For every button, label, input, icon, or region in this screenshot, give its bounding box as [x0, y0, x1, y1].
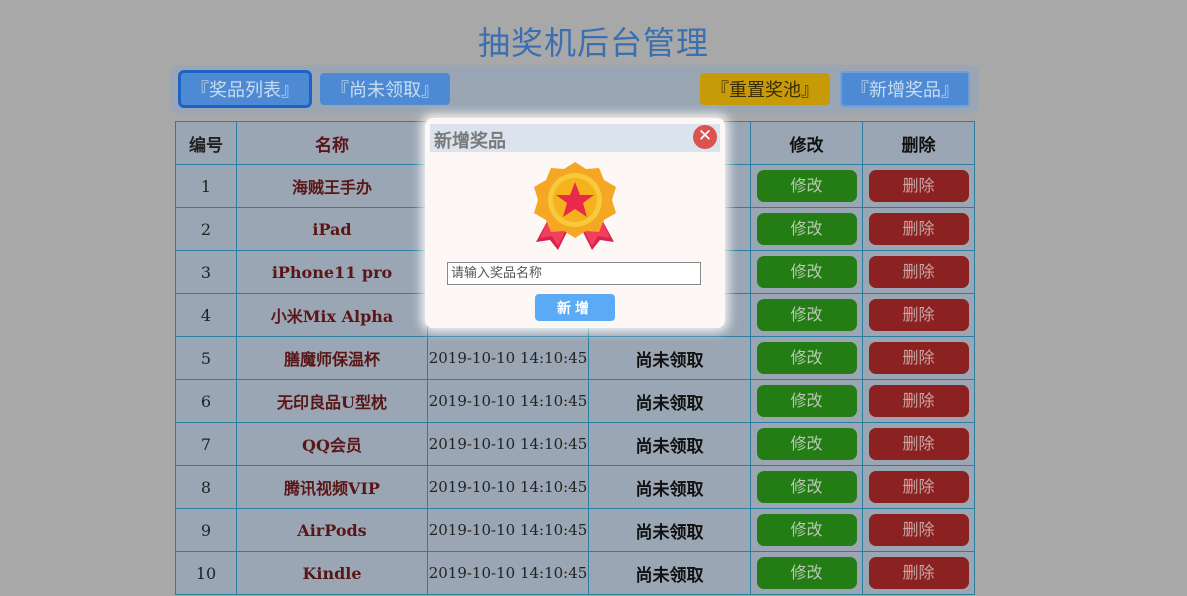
edit-button[interactable]: 修改 — [756, 256, 857, 288]
delete-button[interactable]: 删除 — [868, 471, 969, 503]
row-name: 膳魔师保温杯 — [236, 336, 428, 380]
row-edit-cell: 修改 — [750, 293, 863, 337]
row-edit-cell: 修改 — [750, 379, 863, 423]
delete-button[interactable]: 删除 — [868, 342, 969, 374]
delete-button[interactable]: 删除 — [868, 299, 969, 331]
row-id: 9 — [175, 508, 237, 552]
row-edit-cell: 修改 — [750, 551, 863, 595]
edit-button[interactable]: 修改 — [756, 170, 857, 202]
row-edit-cell: 修改 — [750, 336, 863, 380]
delete-button[interactable]: 删除 — [868, 385, 969, 417]
row-edit-cell: 修改 — [750, 164, 863, 208]
row-name: 小米Mix Alpha — [236, 293, 428, 337]
row-name: iPad — [236, 207, 428, 251]
row-edit-cell: 修改 — [750, 422, 863, 466]
edit-button[interactable]: 修改 — [756, 428, 857, 460]
row-id: 2 — [175, 207, 237, 251]
table-row: 8 腾讯视频VIP 2019-10-10 14:10:45 尚未领取 修改 删除 — [175, 465, 975, 509]
edit-button[interactable]: 修改 — [756, 299, 857, 331]
medal-icon — [534, 162, 616, 250]
edit-button[interactable]: 修改 — [756, 471, 857, 503]
delete-button[interactable]: 删除 — [868, 256, 969, 288]
edit-button[interactable]: 修改 — [756, 213, 857, 245]
row-time: 2019-10-10 14:10:45 — [427, 336, 589, 380]
add-prize-modal: 新增奖品 ✕ 新增 — [425, 118, 725, 328]
row-time: 2019-10-10 14:10:45 — [427, 379, 589, 423]
row-status: 尚未领取 — [588, 422, 751, 466]
row-name: AirPods — [236, 508, 428, 552]
row-delete-cell: 删除 — [862, 551, 975, 595]
row-delete-cell: 删除 — [862, 293, 975, 337]
row-time: 2019-10-10 14:10:45 — [427, 551, 589, 595]
delete-button[interactable]: 删除 — [868, 170, 969, 202]
row-delete-cell: 删除 — [862, 379, 975, 423]
row-delete-cell: 删除 — [862, 465, 975, 509]
row-time: 2019-10-10 14:10:45 — [427, 465, 589, 509]
prize-name-input[interactable] — [447, 262, 701, 285]
row-id: 3 — [175, 250, 237, 294]
row-id: 5 — [175, 336, 237, 380]
row-delete-cell: 删除 — [862, 207, 975, 251]
row-name: 腾讯视频VIP — [236, 465, 428, 509]
prize-list-button[interactable]: 『奖品列表』 — [178, 70, 312, 108]
row-status: 尚未领取 — [588, 379, 751, 423]
row-id: 6 — [175, 379, 237, 423]
row-name: iPhone11 pro — [236, 250, 428, 294]
add-prize-button[interactable]: 『新增奖品』 — [840, 71, 970, 107]
edit-button[interactable]: 修改 — [756, 557, 857, 589]
row-time: 2019-10-10 14:10:45 — [427, 422, 589, 466]
modal-title: 新增奖品 — [434, 131, 506, 152]
edit-button[interactable]: 修改 — [756, 385, 857, 417]
close-icon[interactable]: ✕ — [693, 125, 717, 149]
row-id: 4 — [175, 293, 237, 337]
modal-header: 新增奖品 — [430, 124, 720, 152]
row-name: 无印良品U型枕 — [236, 379, 428, 423]
header-id: 编号 — [175, 121, 237, 165]
row-status: 尚未领取 — [588, 508, 751, 552]
row-edit-cell: 修改 — [750, 250, 863, 294]
header-edit: 修改 — [750, 121, 863, 165]
header-name: 名称 — [236, 121, 428, 165]
edit-button[interactable]: 修改 — [756, 514, 857, 546]
row-delete-cell: 删除 — [862, 422, 975, 466]
row-edit-cell: 修改 — [750, 508, 863, 552]
row-edit-cell: 修改 — [750, 465, 863, 509]
delete-button[interactable]: 删除 — [868, 557, 969, 589]
table-row: 5 膳魔师保温杯 2019-10-10 14:10:45 尚未领取 修改 删除 — [175, 336, 975, 380]
page-title: 抽奖机后台管理 — [477, 24, 709, 62]
table-row: 6 无印良品U型枕 2019-10-10 14:10:45 尚未领取 修改 删除 — [175, 379, 975, 423]
delete-button[interactable]: 删除 — [868, 213, 969, 245]
table-row: 9 AirPods 2019-10-10 14:10:45 尚未领取 修改 删除 — [175, 508, 975, 552]
header-delete: 删除 — [862, 121, 975, 165]
submit-add-button[interactable]: 新增 — [535, 294, 615, 321]
row-delete-cell: 删除 — [862, 508, 975, 552]
table-row: 10 Kindle 2019-10-10 14:10:45 尚未领取 修改 删除 — [175, 551, 975, 595]
row-edit-cell: 修改 — [750, 207, 863, 251]
row-status: 尚未领取 — [588, 551, 751, 595]
delete-button[interactable]: 删除 — [868, 514, 969, 546]
row-status: 尚未领取 — [588, 336, 751, 380]
row-name: Kindle — [236, 551, 428, 595]
row-name: QQ会员 — [236, 422, 428, 466]
row-id: 1 — [175, 164, 237, 208]
row-delete-cell: 删除 — [862, 336, 975, 380]
table-row: 7 QQ会员 2019-10-10 14:10:45 尚未领取 修改 删除 — [175, 422, 975, 466]
row-id: 7 — [175, 422, 237, 466]
row-id: 10 — [175, 551, 237, 595]
row-delete-cell: 删除 — [862, 250, 975, 294]
delete-button[interactable]: 删除 — [868, 428, 969, 460]
row-name: 海贼王手办 — [236, 164, 428, 208]
reset-pool-button[interactable]: 『重置奖池』 — [700, 73, 830, 105]
row-delete-cell: 删除 — [862, 164, 975, 208]
toolbar: 『奖品列表』 『尚未领取』 『重置奖池』 『新增奖品』 — [170, 65, 979, 113]
row-status: 尚未领取 — [588, 465, 751, 509]
row-id: 8 — [175, 465, 237, 509]
unclaimed-button[interactable]: 『尚未领取』 — [320, 73, 450, 105]
row-time: 2019-10-10 14:10:45 — [427, 508, 589, 552]
edit-button[interactable]: 修改 — [756, 342, 857, 374]
